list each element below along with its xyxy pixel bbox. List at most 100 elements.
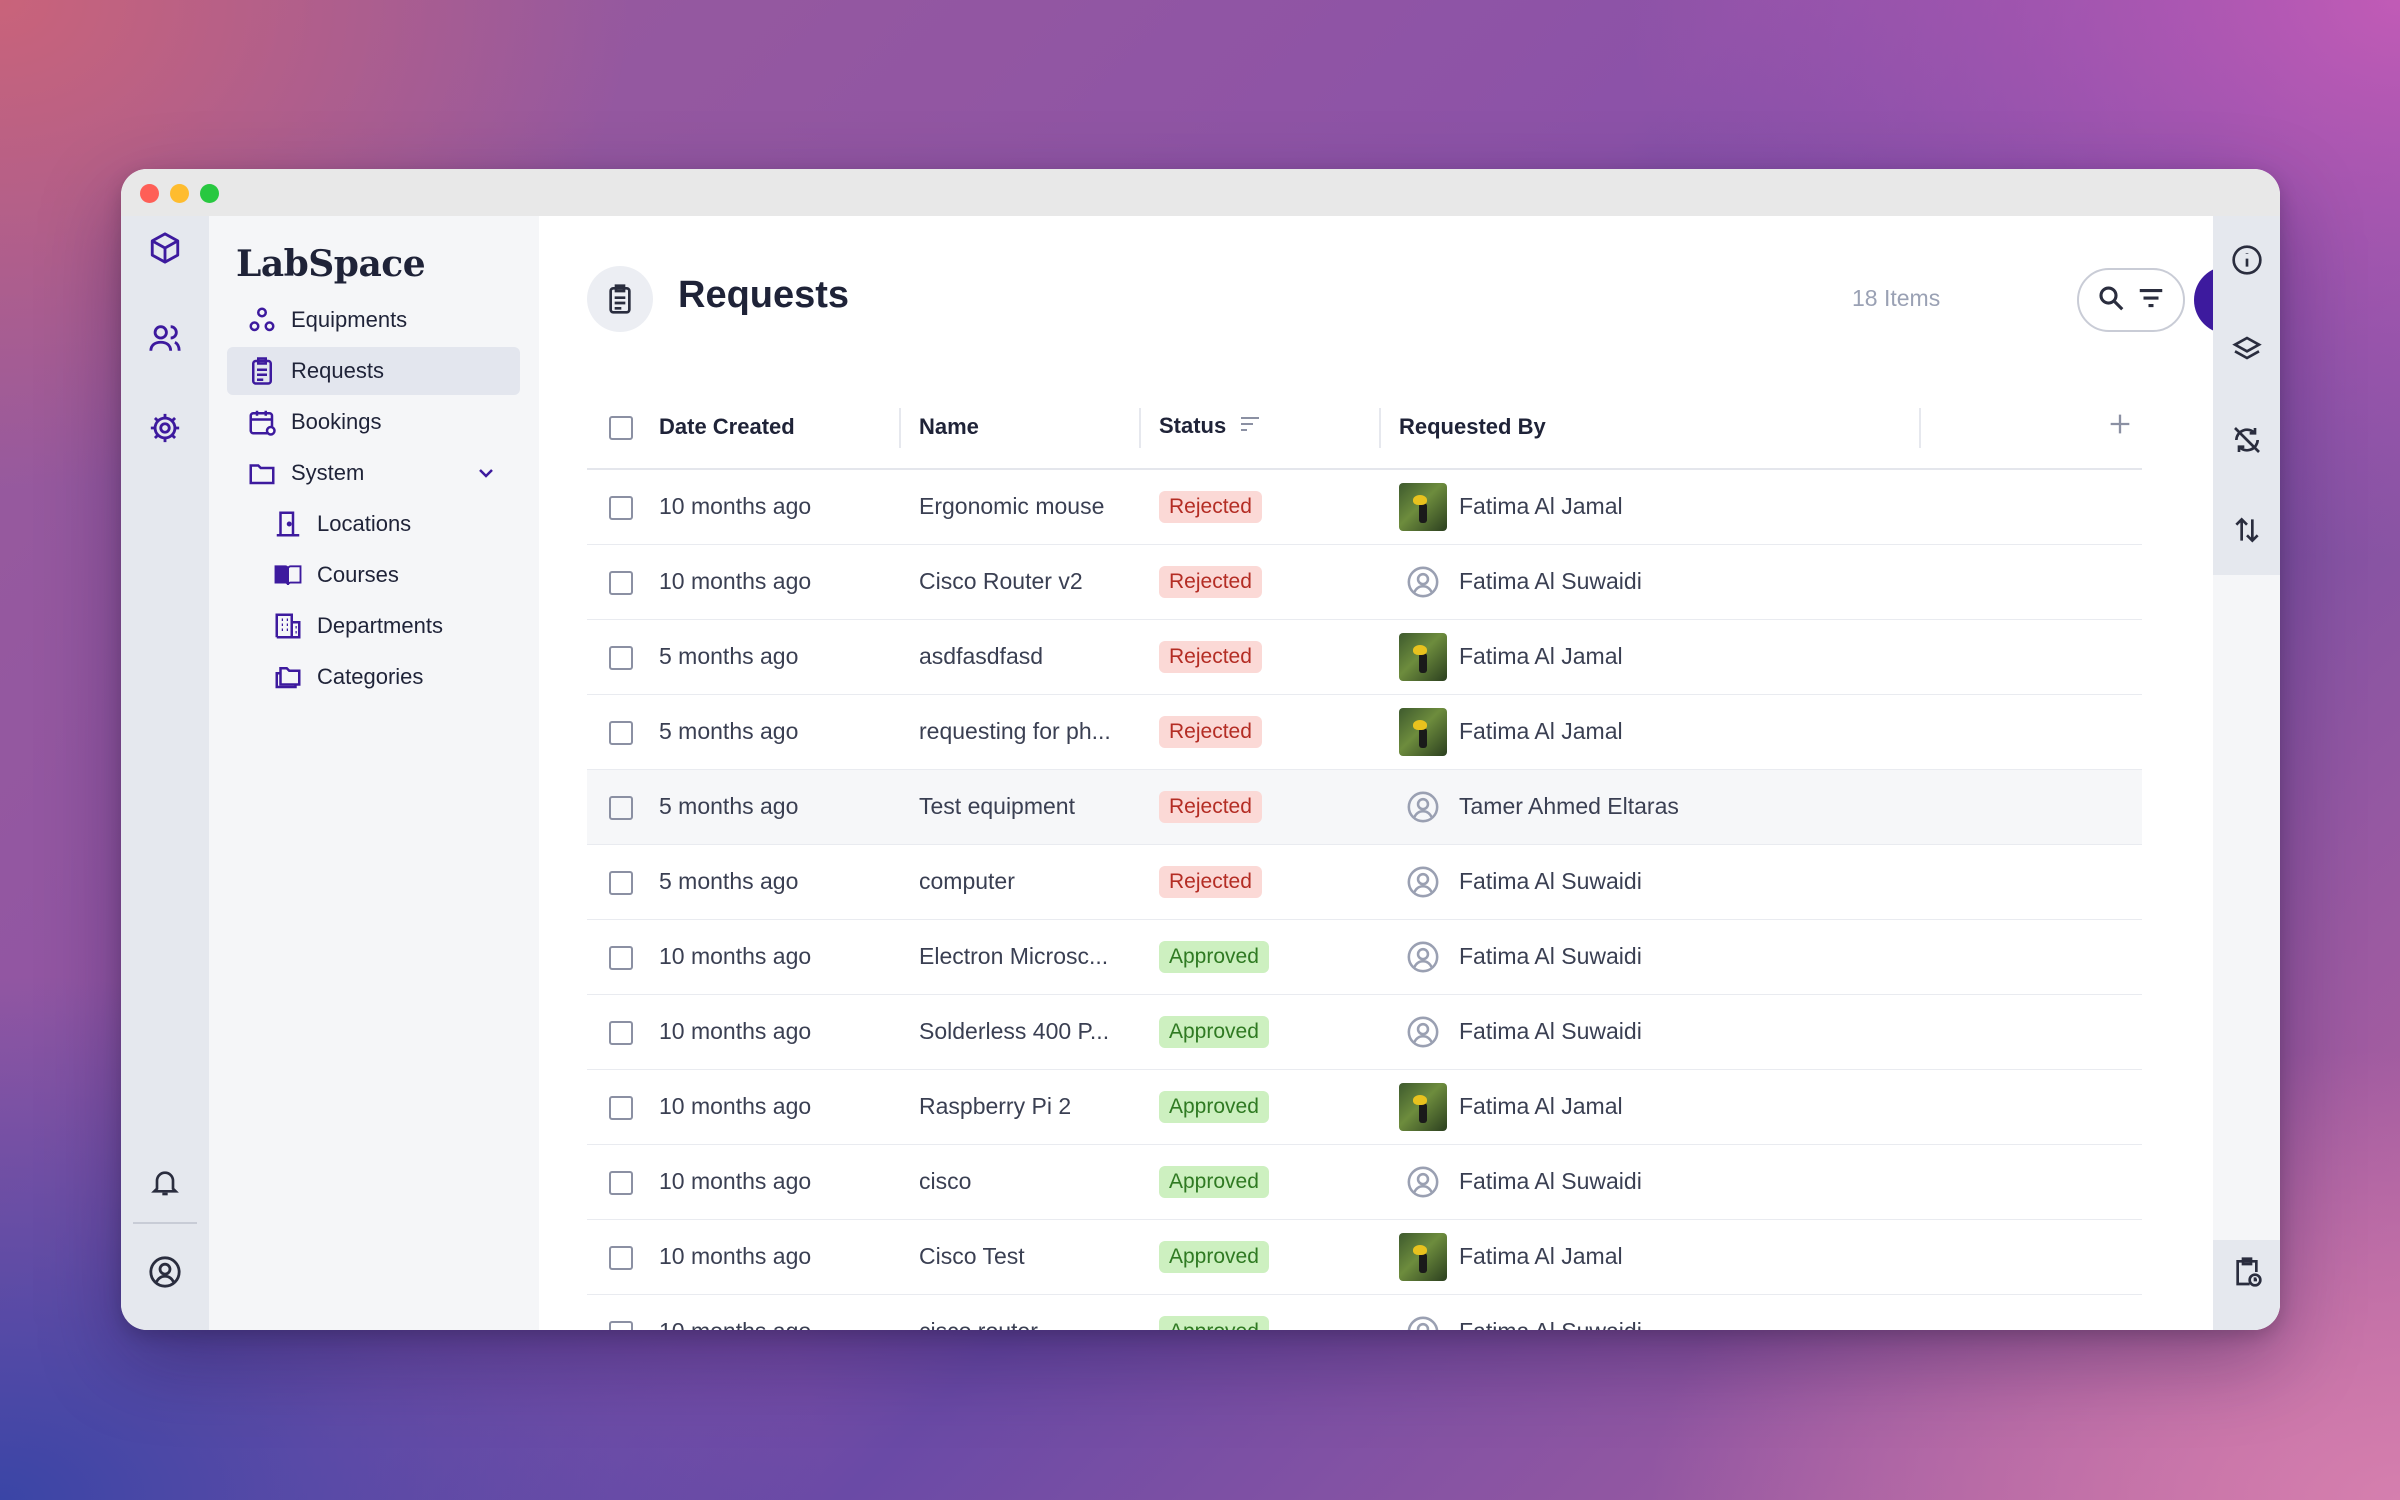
main-content: Requests 18 Items Date Created Name Stat… — [539, 216, 2262, 1330]
row-checkbox[interactable] — [609, 945, 633, 970]
page-title: Requests — [678, 274, 850, 316]
table-row[interactable]: 5 months ago computer Rejected Fatima Al Su… — [587, 844, 2142, 920]
table-row[interactable]: 10 months ago Ergonomic mouse Rejected Fati… — [587, 469, 2142, 545]
cell-name[interactable]: Cisco Router v2 — [899, 544, 1139, 620]
cell-date: 10 months ago — [659, 1294, 899, 1330]
cell-date: 5 months ago — [659, 694, 899, 770]
column-header-status[interactable]: Status — [1139, 386, 1379, 470]
cell-name[interactable]: Cisco Test — [899, 1219, 1139, 1295]
sync-off-icon[interactable] — [2227, 420, 2267, 460]
filter-icon[interactable] — [2136, 283, 2166, 318]
requester-name: Fatima Al Jamal — [1459, 718, 1623, 744]
row-checkbox[interactable] — [609, 870, 633, 895]
nav-item-bookings[interactable]: Bookings — [227, 398, 520, 446]
table-row[interactable]: 10 months ago Electron Microsc... Approved… — [587, 919, 2142, 995]
avatar — [1399, 707, 1447, 756]
row-checkbox[interactable] — [609, 1170, 633, 1195]
column-header-requested-by[interactable]: Requested By — [1379, 386, 1919, 470]
users-icon[interactable] — [145, 318, 185, 358]
add-column-icon[interactable] — [2106, 410, 2134, 444]
table-row[interactable]: 10 months ago Solderless 400 P... Approved… — [587, 994, 2142, 1070]
nav-item-locations[interactable]: Locations — [227, 500, 520, 548]
table-row[interactable]: 5 months ago asdfasdfasd Rejected Fatima Al… — [587, 619, 2142, 695]
brand-logo: LabSpace — [236, 243, 426, 285]
column-header-date[interactable]: Date Created — [659, 386, 899, 470]
table-body: 10 months ago Ergonomic mouse Rejected Fati… — [587, 469, 2142, 1330]
requester: Fatima Al Suwaidi — [1399, 1008, 1919, 1056]
nav-item-departments[interactable]: Departments — [227, 602, 520, 650]
row-checkbox[interactable] — [609, 1245, 633, 1270]
row-checkbox[interactable] — [609, 1095, 633, 1120]
folders-icon — [271, 660, 305, 694]
table-row[interactable]: 10 months ago Raspberry Pi 2 Approved Fatim… — [587, 1069, 2142, 1145]
column-header-name[interactable]: Name — [899, 386, 1139, 470]
search-filter-control[interactable] — [2077, 268, 2185, 332]
avatar-placeholder-icon — [1399, 858, 1447, 906]
table-row[interactable]: 10 months ago Cisco Router v2 Rejected Fati… — [587, 544, 2142, 620]
nav-label: Courses — [317, 562, 399, 587]
nav-item-courses[interactable]: Courses — [227, 551, 520, 599]
status-badge: Rejected — [1159, 790, 1262, 823]
row-checkbox[interactable] — [609, 795, 633, 820]
table-row[interactable]: 5 months ago Test equipment Rejected Tamer … — [587, 769, 2142, 845]
sort-arrows-icon[interactable] — [2227, 510, 2267, 550]
right-toolbar — [2213, 216, 2280, 1330]
cell-name[interactable]: Solderless 400 P... — [899, 994, 1139, 1070]
clipboard-clock-icon[interactable] — [2227, 1252, 2267, 1292]
gear-icon[interactable] — [145, 408, 185, 448]
requester-name: Fatima Al Jamal — [1459, 493, 1623, 520]
requester: Fatima Al Jamal — [1399, 1082, 1919, 1131]
cell-name[interactable]: asdfasdfasd — [899, 619, 1139, 695]
minimize-window-button[interactable] — [170, 184, 189, 203]
chevron-down-icon[interactable] — [474, 461, 498, 491]
nav-label: System — [291, 460, 365, 485]
row-checkbox[interactable] — [609, 496, 633, 521]
nav-item-requests[interactable]: Requests — [227, 347, 520, 395]
row-checkbox[interactable] — [609, 1320, 633, 1330]
cell-name[interactable]: Ergonomic mouse — [899, 469, 1139, 545]
table-row[interactable]: 5 months ago requesting for ph... Rejected… — [587, 694, 2142, 770]
maximize-window-button[interactable] — [200, 184, 219, 203]
nav-item-system[interactable]: System — [227, 449, 520, 497]
nav-label: Equipments — [291, 307, 408, 332]
info-icon[interactable] — [2227, 240, 2267, 280]
row-checkbox[interactable] — [609, 570, 633, 595]
close-window-button[interactable] — [140, 184, 159, 203]
cell-name[interactable]: Electron Microsc... — [899, 919, 1139, 995]
cell-name[interactable]: computer — [899, 844, 1139, 920]
requester: Fatima Al Jamal — [1399, 482, 1919, 531]
cell-date: 10 months ago — [659, 1219, 899, 1295]
cell-name[interactable]: requesting for ph... — [899, 694, 1139, 770]
cell-name[interactable]: Test equipment — [899, 769, 1139, 845]
layers-icon[interactable] — [2227, 330, 2267, 370]
app-window: LabSpace Equipments Requests Bookings Sy… — [121, 169, 2280, 1330]
requester-name: Fatima Al Suwaidi — [1459, 1168, 1642, 1194]
requester-name: Fatima Al Jamal — [1459, 643, 1623, 669]
cell-name[interactable]: cisco — [899, 1144, 1139, 1220]
select-all-checkbox[interactable] — [609, 416, 633, 441]
search-icon[interactable] — [2096, 283, 2126, 318]
requester: Fatima Al Jamal — [1399, 707, 1919, 756]
cell-name[interactable]: cisco router — [899, 1294, 1139, 1330]
table-row[interactable]: 10 months agocisco router Approved Fatima … — [587, 1294, 2142, 1330]
row-checkbox[interactable] — [609, 645, 633, 670]
table-row[interactable]: 10 months ago Cisco Test Approved Fatima Al… — [587, 1219, 2142, 1295]
nav-item-categories[interactable]: Categories — [227, 653, 520, 701]
cell-name[interactable]: Raspberry Pi 2 — [899, 1069, 1139, 1145]
row-checkbox[interactable] — [609, 720, 633, 745]
nav-item-equipments[interactable]: Equipments — [227, 296, 520, 344]
avatar — [1399, 1232, 1447, 1281]
equipments-icon — [245, 303, 279, 337]
bell-icon[interactable] — [145, 1162, 185, 1202]
item-count: 18 Items — [1852, 285, 1941, 311]
sort-icon[interactable] — [1238, 412, 1262, 442]
nav-label: Locations — [317, 511, 412, 536]
sidebar: LabSpace Equipments Requests Bookings Sy… — [209, 216, 539, 1330]
row-checkbox[interactable] — [609, 1020, 633, 1045]
status-badge: Approved — [1159, 1315, 1269, 1330]
cell-date: 10 months ago — [659, 1144, 899, 1220]
account-icon[interactable] — [145, 1252, 185, 1292]
cube-icon[interactable] — [145, 228, 185, 268]
table-row[interactable]: 10 months ago cisco Approved Fatima Al Suwa… — [587, 1144, 2142, 1220]
cell-date: 10 months ago — [659, 469, 899, 545]
